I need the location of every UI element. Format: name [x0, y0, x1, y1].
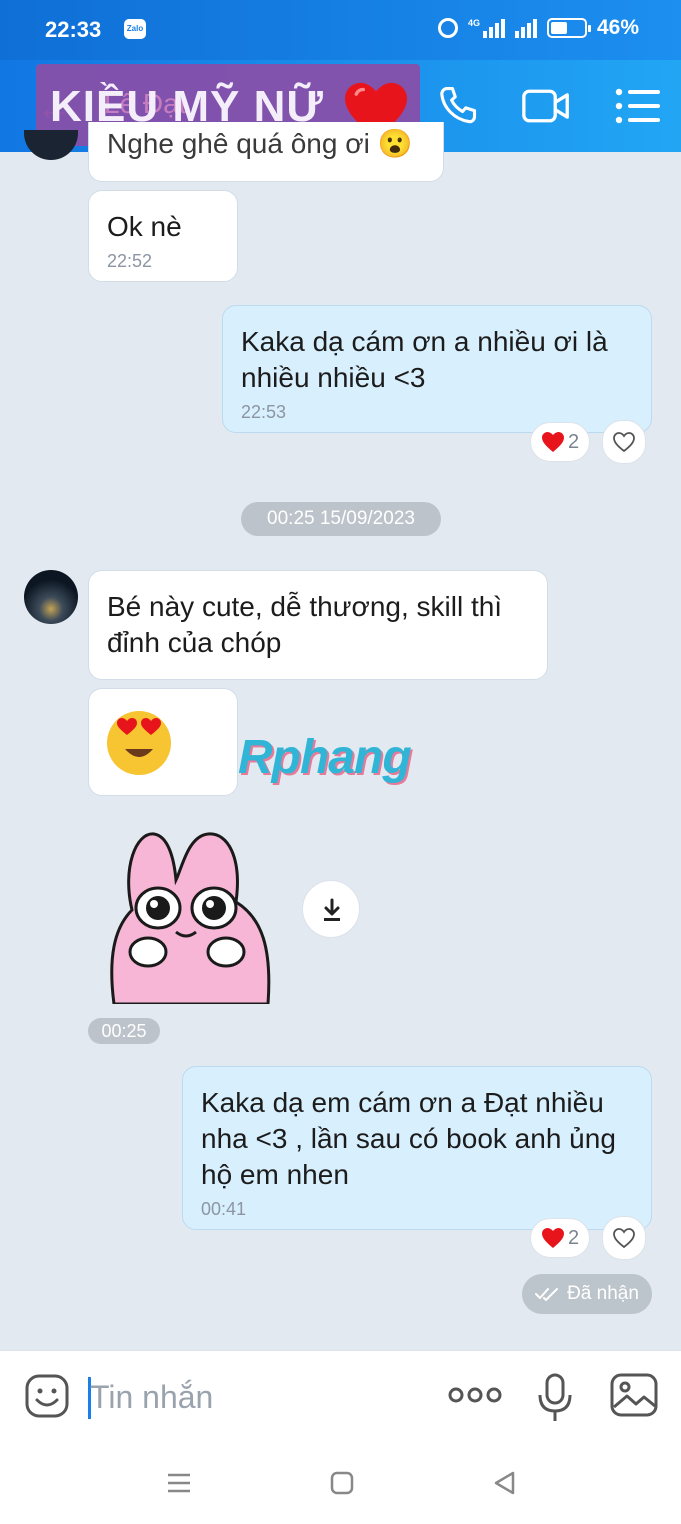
reaction-count: 2 — [567, 1226, 580, 1249]
status-bar: 22:33 Zalo 4G 46% — [0, 0, 681, 60]
status-time: 22:33 — [45, 17, 102, 42]
reaction-badge[interactable]: 2 — [530, 1218, 590, 1258]
emoji-message[interactable] — [88, 688, 238, 796]
message-input-bar: Tin nhắn — [0, 1350, 681, 1444]
download-icon — [324, 898, 340, 921]
message-bubble-out[interactable]: Kaka dạ cám ơn a nhiều ơi là nhiều nhiều… — [222, 305, 652, 433]
message-time: 22:53 — [241, 402, 287, 422]
message-input[interactable]: Tin nhắn — [90, 1379, 213, 1416]
avatar — [24, 130, 78, 160]
battery-percent: 46% — [596, 16, 639, 39]
watermark: Rphang — [238, 731, 412, 784]
battery-icon — [546, 18, 591, 38]
status-right: 4G 46% — [437, 16, 639, 40]
date-separator: 00:25 15/09/2023 — [241, 502, 441, 536]
avatar[interactable] — [24, 570, 78, 624]
sticker-time: 00:25 — [88, 1018, 160, 1044]
message-text: Ok nè — [107, 211, 182, 242]
video-call-icon[interactable] — [522, 84, 570, 128]
more-options-icon[interactable] — [448, 1383, 502, 1407]
heart-reaction-icon — [541, 432, 564, 452]
menu-list-icon[interactable] — [614, 84, 662, 128]
message-time: 22:52 — [107, 251, 153, 271]
download-button[interactable] — [302, 880, 360, 938]
recent-apps-icon[interactable] — [164, 1468, 194, 1498]
back-icon[interactable] — [490, 1468, 520, 1498]
zalo-notification-icon: Zalo — [124, 19, 146, 39]
home-icon[interactable] — [327, 1468, 357, 1498]
seen-status-label: Đã nhận — [567, 1283, 639, 1304]
microphone-icon[interactable] — [536, 1373, 574, 1423]
heart-outline-icon — [613, 432, 635, 453]
message-bubble-in[interactable]: Nghe ghê quá ông ơi 😮 — [88, 122, 444, 182]
message-time: 00:41 — [201, 1199, 247, 1219]
signal-4g-icon: 4G — [468, 18, 505, 38]
signal-icon — [514, 18, 537, 38]
heart-outline-icon — [613, 1228, 635, 1249]
heart-eyes-emoji-icon — [107, 711, 171, 775]
like-button[interactable] — [602, 1216, 646, 1260]
message-bubble-out[interactable]: Kaka dạ em cám ơn a Đạt nhiều nha <3 , l… — [182, 1066, 652, 1230]
bunny-sticker[interactable] — [104, 828, 276, 1004]
message-text: Nghe ghê quá ông ơi 😮 — [107, 128, 413, 159]
message-bubble-in[interactable]: Bé này cute, dễ thương, skill thì đỉnh c… — [88, 570, 548, 680]
sticker-emoji-icon[interactable] — [24, 1373, 70, 1419]
message-text: Bé này cute, dễ thương, skill thì đỉnh c… — [107, 591, 503, 658]
like-button[interactable] — [602, 420, 646, 464]
alarm-icon — [437, 18, 458, 38]
message-text: Kaka dạ em cám ơn a Đạt nhiều nha <3 , l… — [201, 1087, 616, 1190]
message-text: Kaka dạ cám ơn a nhiều ơi là nhiều nhiều… — [241, 326, 608, 393]
message-bubble-in[interactable]: Ok nè 22:52 — [88, 190, 238, 282]
seen-status: Đã nhận — [522, 1274, 652, 1314]
system-navigation-bar — [0, 1444, 681, 1524]
double-check-icon — [535, 1288, 559, 1301]
heart-reaction-icon — [541, 1228, 564, 1248]
image-gallery-icon[interactable] — [610, 1373, 658, 1417]
reaction-count: 2 — [567, 430, 580, 453]
reaction-badge[interactable]: 2 — [530, 422, 590, 462]
